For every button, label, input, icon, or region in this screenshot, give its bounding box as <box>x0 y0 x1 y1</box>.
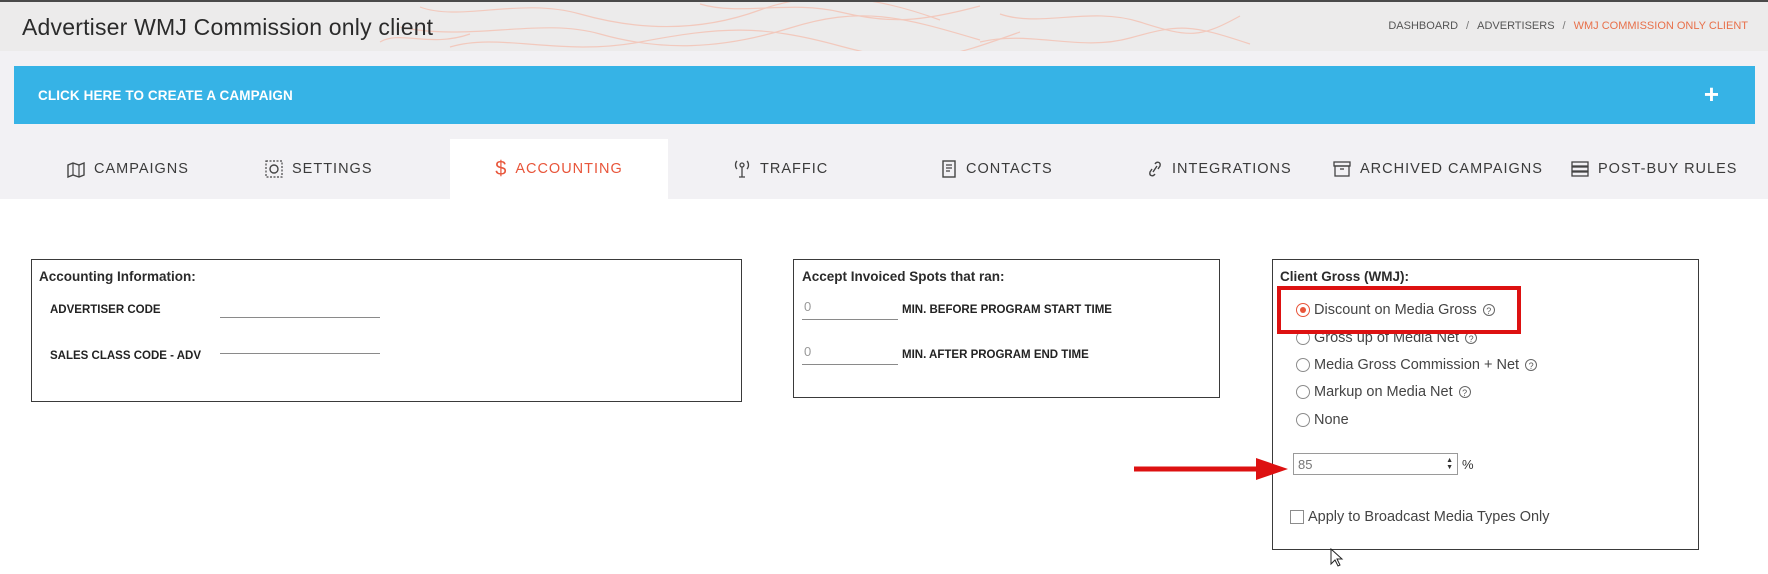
link-icon <box>1149 161 1161 177</box>
tab-label: INTEGRATIONS <box>1172 161 1292 177</box>
help-icon[interactable]: ? <box>1525 359 1538 371</box>
page-title: Advertiser WMJ Commission only client <box>22 14 434 40</box>
breadcrumb-dashboard[interactable]: DASHBOARD <box>1388 20 1458 32</box>
page-header: Advertiser WMJ Commission only client DA… <box>0 0 1768 51</box>
option-label: Media Gross Commission + Net <box>1314 357 1520 373</box>
option-markup-on-media-net[interactable]: Markup on Media Net ? <box>1296 384 1471 400</box>
breadcrumb-separator: / <box>1466 20 1470 32</box>
tab-traffic[interactable]: TRAFFIC <box>732 139 828 199</box>
dollar-icon: $ <box>495 157 508 180</box>
tab-label: TRAFFIC <box>760 161 829 177</box>
tab-label: POST-BUY RULES <box>1598 161 1738 177</box>
min-after-label: MIN. AFTER PROGRAM END TIME <box>902 349 1089 361</box>
option-label: Markup on Media Net <box>1314 384 1453 400</box>
radio-button[interactable] <box>1296 358 1310 372</box>
tab-contacts[interactable]: CONTACTS <box>940 139 1053 199</box>
breadcrumb-separator: / <box>1562 20 1566 32</box>
option-none[interactable]: None <box>1296 412 1349 428</box>
highlight-box <box>1277 286 1521 334</box>
create-campaign-bar[interactable]: CLICK HERE TO CREATE A CAMPAIGN + <box>14 66 1755 124</box>
tab-integrations[interactable]: INTEGRATIONS <box>1146 139 1292 199</box>
help-icon[interactable]: ? <box>1458 386 1471 398</box>
tab-settings[interactable]: SETTINGS <box>264 139 373 199</box>
min-after-input[interactable] <box>802 339 898 365</box>
antenna-icon <box>734 160 750 178</box>
invoiced-spots-panel: Accept Invoiced Spots that ran: MIN. BEF… <box>793 259 1220 398</box>
panel-title: Accounting Information: <box>39 269 196 284</box>
tab-label: ACCOUNTING <box>515 161 623 177</box>
option-media-gross-commission-net[interactable]: Media Gross Commission + Net ? <box>1296 357 1538 373</box>
tab-label: CAMPAIGNS <box>94 161 189 177</box>
percent-input[interactable]: 85 ▲ ▼ <box>1293 453 1458 475</box>
radio-button[interactable] <box>1296 385 1310 399</box>
broadcast-only-option[interactable]: Apply to Broadcast Media Types Only <box>1290 509 1550 525</box>
tab-label: CONTACTS <box>966 161 1053 177</box>
tab-campaigns[interactable]: CAMPAIGNS <box>66 139 189 199</box>
breadcrumb-advertisers[interactable]: ADVERTISERS <box>1477 20 1554 32</box>
broadcast-only-checkbox[interactable] <box>1290 510 1304 524</box>
campaigns-map-icon <box>67 161 85 178</box>
panel-title: Client Gross (WMJ): <box>1280 269 1410 284</box>
option-label: None <box>1314 412 1349 428</box>
sales-class-code-input[interactable] <box>220 330 380 354</box>
breadcrumb-current: WMJ COMMISSION ONLY CLIENT <box>1573 20 1748 32</box>
sales-class-code-label: SALES CLASS CODE - ADV <box>50 350 202 362</box>
rules-list-icon <box>1571 161 1589 177</box>
percent-symbol: % <box>1462 456 1474 472</box>
percent-field-group: 85 ▲ ▼ % <box>1293 453 1474 475</box>
create-campaign-label: CLICK HERE TO CREATE A CAMPAIGN <box>38 88 293 103</box>
accounting-information-panel: Accounting Information: ADVERTISER CODE … <box>31 259 742 402</box>
advertiser-code-input[interactable] <box>220 294 380 318</box>
broadcast-only-label: Apply to Broadcast Media Types Only <box>1308 509 1550 525</box>
tab-post-buy-rules[interactable]: POST-BUY RULES <box>1570 139 1737 199</box>
plus-icon[interactable]: + <box>1704 79 1719 110</box>
red-arrow-annotation <box>1134 458 1288 480</box>
min-before-input[interactable] <box>802 294 898 320</box>
settings-gear-icon <box>265 160 283 178</box>
breadcrumb: DASHBOARD / ADVERTISERS / WMJ COMMISSION… <box>1388 20 1748 32</box>
archive-box-icon <box>1333 161 1351 177</box>
tab-label: SETTINGS <box>292 161 373 177</box>
tab-bar: CAMPAIGNS SETTINGS $ ACCOUNTING TRAFFIC … <box>14 139 1755 199</box>
tab-archived-campaigns[interactable]: ARCHIVED CAMPAIGNS <box>1332 139 1543 199</box>
radio-button[interactable] <box>1296 413 1310 427</box>
contacts-book-icon <box>942 160 956 178</box>
min-before-label: MIN. BEFORE PROGRAM START TIME <box>902 304 1112 316</box>
tab-label: ARCHIVED CAMPAIGNS <box>1360 161 1543 177</box>
percent-value: 85 <box>1298 456 1313 472</box>
mouse-cursor-icon <box>1330 548 1344 567</box>
panel-title: Accept Invoiced Spots that ran: <box>802 269 1005 284</box>
advertiser-code-label: ADVERTISER CODE <box>50 304 161 316</box>
spinner-arrows-icon[interactable]: ▲ ▼ <box>1446 457 1453 471</box>
tab-accounting[interactable]: $ ACCOUNTING <box>450 139 668 199</box>
